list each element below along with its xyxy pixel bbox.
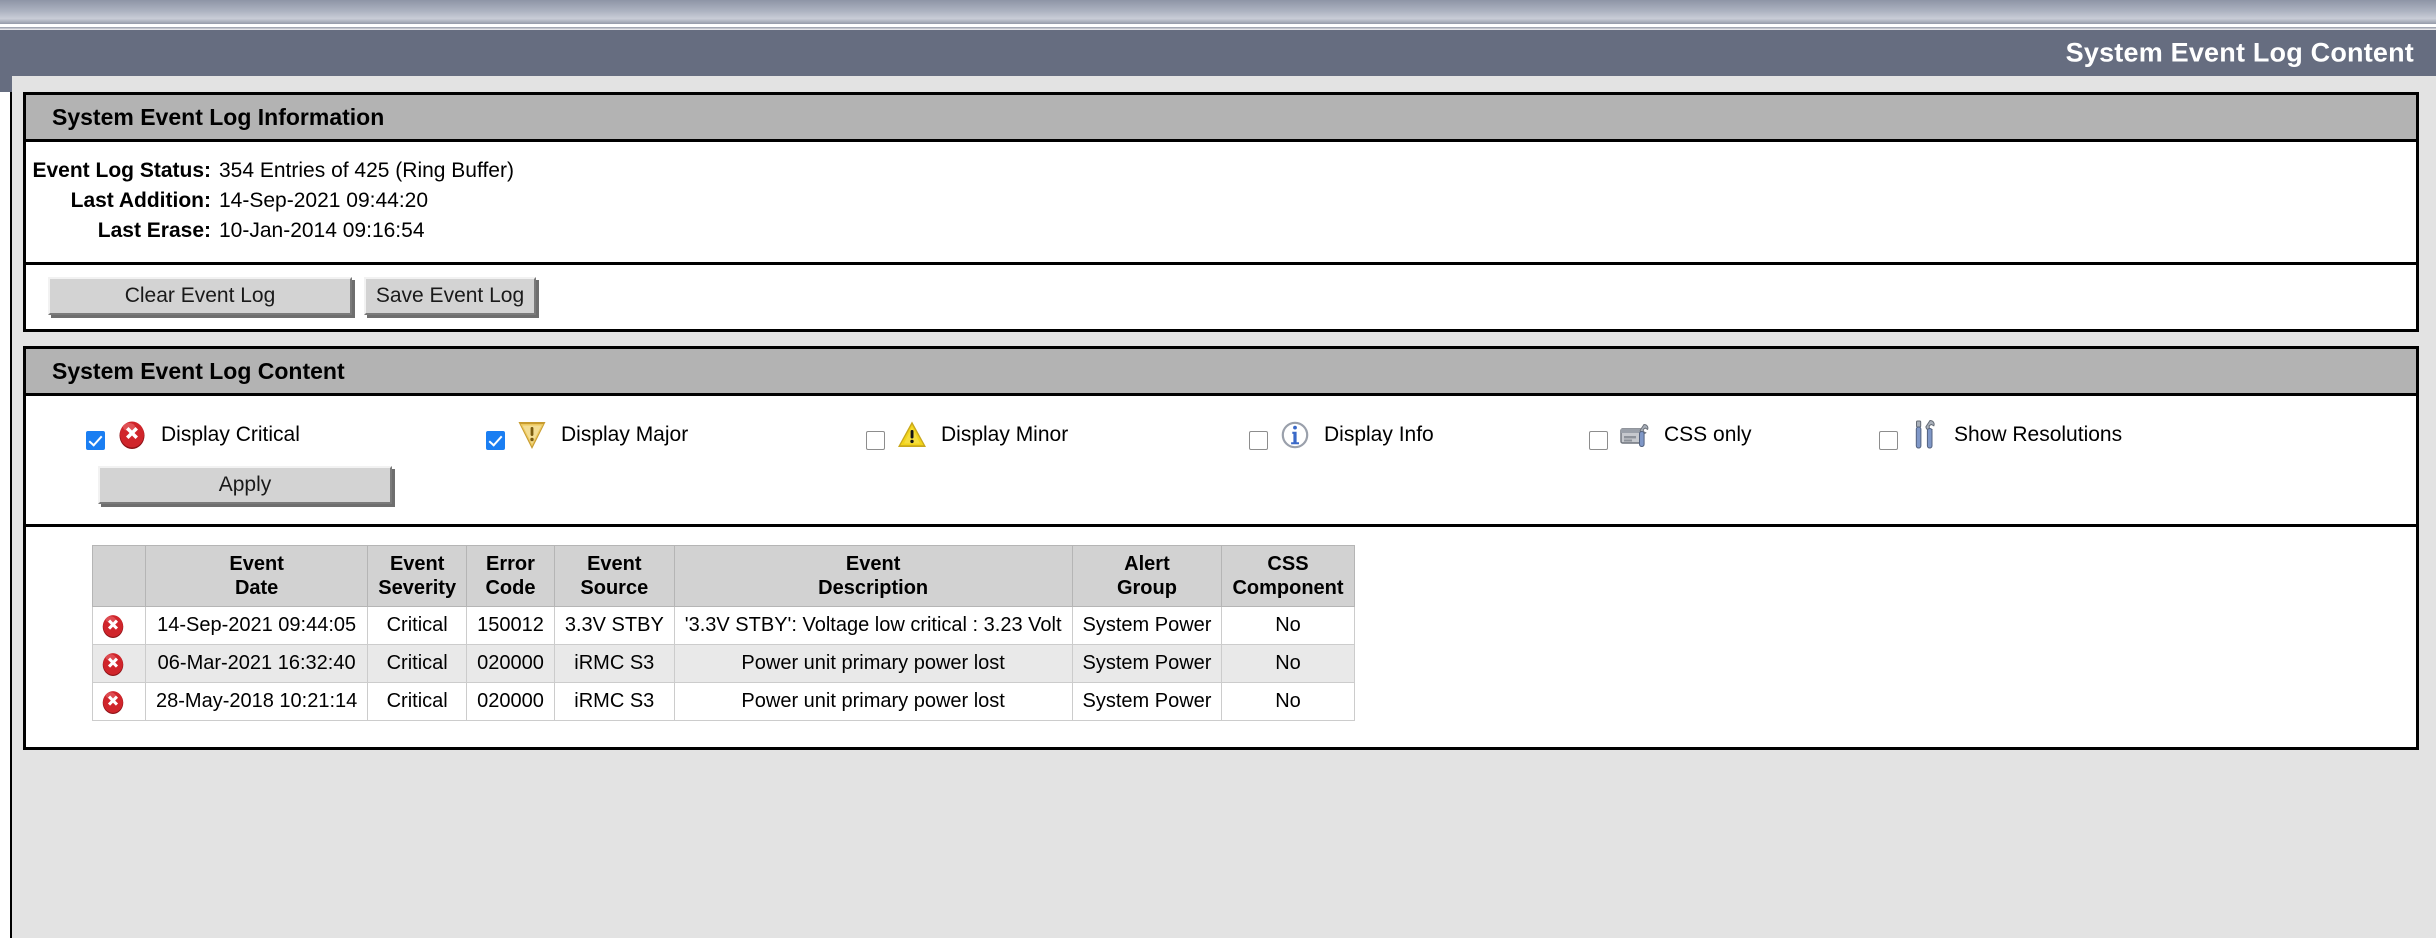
clear-event-log-button[interactable]: Clear Event Log [48,276,352,315]
table-row[interactable]: 06-Mar-2021 16:32:40 Critical 020000 iRM… [92,644,1355,684]
table-row[interactable]: 28-May-2018 10:21:14 Critical 020000 iRM… [92,682,1355,722]
cell-css-component: No [1221,606,1355,646]
cell-event-severity: Critical [367,644,468,684]
info-label-status: Event Log Status: [32,159,211,183]
cell-event-severity: Critical [367,606,468,646]
content-panel-heading: System Event Log Content [26,348,2416,397]
severity-filter-row: Display Critical Display Major Display M… [26,396,2416,456]
cell-alert-group: System Power [1071,682,1223,722]
cell-event-description: Power unit primary power lost [673,682,1073,722]
window-top-strip [0,0,2436,30]
column-header-error-code: Error Code [466,545,555,608]
filter-label-show-resolutions: Show Resolutions [1954,423,2123,447]
filter-display-minor[interactable]: Display Minor [866,418,1249,452]
event-log-page: System Event Log Content System Event Lo… [0,0,2436,938]
critical-error-icon [99,612,139,640]
css-toolbox-icon [1618,418,1652,452]
event-log-information-list: Event Log Status: 354 Entries of 425 (Ri… [26,142,2416,261]
event-log-table: Event Date Event Severity Error Code Eve… [92,545,1355,722]
filter-display-critical[interactable]: Display Critical [86,418,486,452]
critical-error-icon [99,650,139,678]
column-header-event-description: Event Description [673,545,1073,608]
cell-error-code: 020000 [466,682,555,722]
row-severity-icon-cell [92,606,146,646]
table-header-row: Event Date Event Severity Error Code Eve… [92,545,1355,608]
show-resolutions-checkbox[interactable] [1879,431,1898,451]
cell-css-component: No [1221,644,1355,684]
info-value-last-erase: 10-Jan-2014 09:16:54 [219,219,425,243]
page-title: System Event Log Content [2065,37,2414,68]
left-rail-body [0,92,12,938]
minor-warning-icon [895,418,929,452]
info-panel-body: Event Log Status: 354 Entries of 425 (Ri… [26,142,2416,329]
cell-css-component: No [1221,682,1355,722]
cell-error-code: 150012 [466,606,555,646]
left-rail-top [0,30,12,92]
filter-label-css-only: CSS only [1664,423,1752,447]
critical-error-icon [99,688,139,716]
event-log-information-panel: System Event Log Information Event Log S… [23,92,2419,332]
cell-event-date: 28-May-2018 10:21:14 [144,682,369,722]
top-hairline [0,24,2436,27]
info-row-last-erase: Last Erase: 10-Jan-2014 09:16:54 [26,216,2416,246]
info-icon [1278,418,1312,452]
filter-label-display-minor: Display Minor [941,423,1069,447]
column-header-event-date: Event Date [144,545,369,608]
filter-show-resolutions[interactable]: Show Resolutions [1879,418,2122,452]
cell-event-source: iRMC S3 [553,682,675,722]
info-label-last-addition: Last Addition: [70,189,211,213]
apply-button-bar: Apply [26,456,2416,524]
info-label-last-erase: Last Erase: [97,219,211,243]
cell-event-date: 14-Sep-2021 09:44:05 [144,606,369,646]
table-row[interactable]: 14-Sep-2021 09:44:05 Critical 150012 3.3… [92,606,1355,646]
cell-event-source: 3.3V STBY [553,606,675,646]
display-major-checkbox[interactable] [486,431,505,451]
column-header-alert-group: Alert Group [1071,545,1223,608]
title-bar: System Event Log Content [12,30,2436,76]
filter-label-display-critical: Display Critical [161,423,300,447]
info-row-status: Event Log Status: 354 Entries of 425 (Ri… [26,156,2416,186]
filter-label-display-info: Display Info [1324,423,1434,447]
info-value-last-addition: 14-Sep-2021 09:44:20 [219,189,429,213]
column-header-css-component: CSS Component [1221,545,1355,608]
filter-css-only[interactable]: CSS only [1589,418,1879,452]
display-critical-checkbox[interactable] [86,431,105,451]
cell-event-source: iRMC S3 [553,644,675,684]
display-info-checkbox[interactable] [1249,431,1268,451]
tools-icon [1908,418,1942,452]
page-content: System Event Log Information Event Log S… [13,76,2436,938]
css-only-checkbox[interactable] [1589,431,1608,451]
cell-event-date: 06-Mar-2021 16:32:40 [144,644,369,684]
content-panel-body: Display Critical Display Major Display M… [26,396,2416,748]
column-header-event-source: Event Source [553,545,675,608]
critical-error-icon [115,418,149,452]
cell-error-code: 020000 [466,644,555,684]
filter-display-major[interactable]: Display Major [486,418,866,452]
info-row-last-addition: Last Addition: 14-Sep-2021 09:44:20 [26,186,2416,216]
row-severity-icon-cell [92,644,146,684]
info-value-status: 354 Entries of 425 (Ring Buffer) [219,159,514,183]
info-panel-heading: System Event Log Information [26,95,2416,143]
major-warning-icon [515,418,549,452]
cell-event-severity: Critical [367,682,468,722]
cell-event-description: Power unit primary power lost [673,644,1073,684]
display-minor-checkbox[interactable] [866,431,885,451]
cell-event-description: '3.3V STBY': Voltage low critical : 3.23… [673,606,1073,646]
apply-button[interactable]: Apply [98,466,392,505]
column-header-icon [92,545,146,608]
cell-alert-group: System Power [1071,644,1223,684]
row-severity-icon-cell [92,682,146,722]
save-event-log-button[interactable]: Save Event Log [364,276,536,315]
info-panel-button-bar: Clear Event Log Save Event Log [26,261,2416,329]
filter-label-display-major: Display Major [561,423,689,447]
event-log-content-panel: System Event Log Content Display Critica… [23,345,2419,751]
event-log-table-wrap: Event Date Event Severity Error Code Eve… [26,524,2416,747]
cell-alert-group: System Power [1071,606,1223,646]
column-header-event-severity: Event Severity [367,545,468,608]
filter-display-info[interactable]: Display Info [1249,418,1589,452]
